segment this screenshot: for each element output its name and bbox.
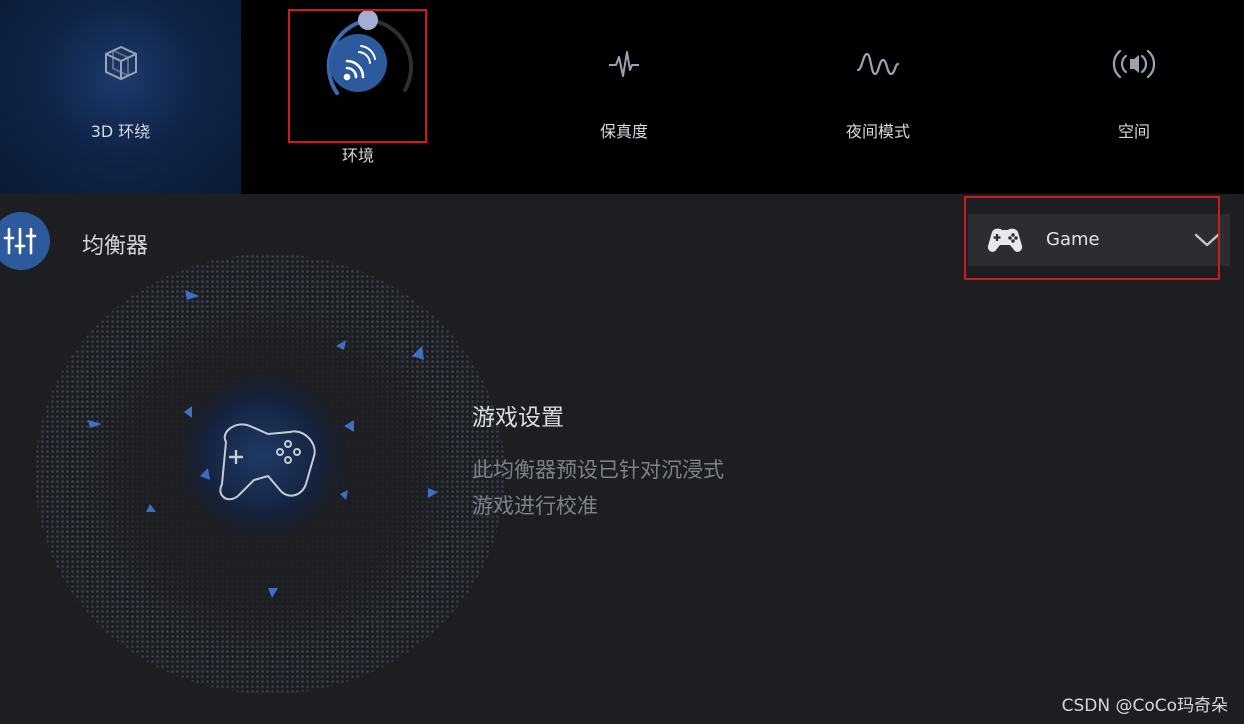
game-settings-description: 此均衡器预设已针对沉浸式游戏进行校准 — [472, 458, 724, 518]
tab-ambient[interactable]: 环境 — [290, 0, 426, 194]
tab-night-mode[interactable]: 夜间模式 — [806, 0, 950, 194]
mode-tab-bar: 3D 环绕 环境 保真度 夜间模式 空间 — [0, 0, 1244, 194]
equalizer-row: 均衡器 Game — [0, 194, 1244, 290]
tab-label: 保真度 — [599, 122, 648, 141]
preset-value: Game — [1046, 229, 1100, 250]
cube-icon — [104, 45, 137, 81]
equalizer-label: 均衡器 — [82, 234, 149, 259]
equalizer-toggle[interactable] — [0, 212, 50, 270]
chevron-down-icon — [1194, 233, 1220, 247]
audio-settings-window: 3D 环绕 环境 保真度 夜间模式 空间 均衡器 Game 游戏设置 此均衡器预… — [0, 0, 1244, 724]
gamepad-icon — [987, 228, 1023, 252]
sliders-icon — [3, 227, 37, 255]
tab-label: 3D 环绕 — [90, 122, 151, 141]
tab-label: 夜间模式 — [845, 122, 910, 141]
waveform-icon — [609, 51, 639, 77]
tab-label: 空间 — [1117, 122, 1150, 141]
equalizer-preset-dropdown[interactable]: Game — [968, 214, 1230, 266]
tab-3d-surround[interactable]: 3D 环绕 — [0, 0, 241, 194]
night-wave-icon — [856, 52, 900, 76]
ambient-dial[interactable] — [303, 10, 413, 110]
tab-label: 环境 — [341, 146, 374, 165]
broadcast-icon — [1112, 49, 1156, 79]
tab-space[interactable]: 空间 — [1062, 0, 1206, 194]
tab-fidelity[interactable]: 保真度 — [552, 0, 696, 194]
watermark: CSDN @CoCo玛奇朵 — [1061, 696, 1228, 716]
game-settings-title: 游戏设置 — [472, 405, 564, 431]
